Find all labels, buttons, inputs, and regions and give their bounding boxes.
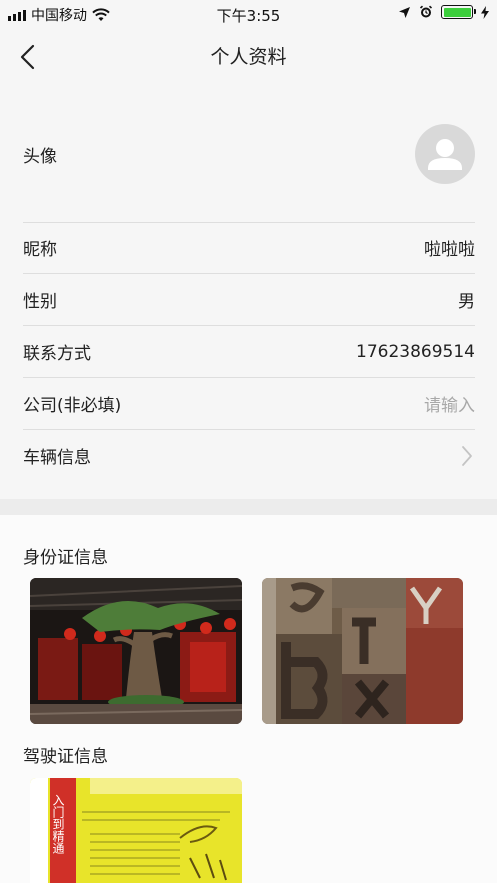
license-image-caption: 入门到精通 bbox=[51, 794, 65, 854]
gender-value: 男 bbox=[458, 292, 475, 312]
driver-license-image[interactable]: 入门到精通 bbox=[30, 778, 242, 883]
alarm-clock-icon bbox=[419, 5, 433, 18]
company-input[interactable]: 请输入 bbox=[424, 391, 475, 416]
nav-bar: 个人资料 bbox=[0, 28, 497, 86]
avatar-row[interactable]: 头像 bbox=[23, 86, 475, 223]
section-divider bbox=[0, 499, 497, 515]
id-section-title: 身份证信息 bbox=[23, 548, 108, 568]
nickname-label: 昵称 bbox=[23, 240, 57, 260]
id-card-back-image[interactable] bbox=[262, 578, 463, 724]
license-section-title: 驾驶证信息 bbox=[23, 747, 108, 767]
nickname-value: 啦啦啦 bbox=[424, 240, 475, 260]
contact-value: 17623869514 bbox=[356, 341, 475, 362]
chevron-right-icon bbox=[462, 445, 472, 466]
status-right bbox=[398, 5, 489, 19]
vehicle-info-label: 车辆信息 bbox=[23, 448, 91, 468]
charging-bolt-icon bbox=[481, 5, 489, 19]
battery-icon bbox=[441, 5, 476, 19]
nickname-row[interactable]: 昵称 啦啦啦 bbox=[23, 222, 475, 274]
contact-label: 联系方式 bbox=[23, 344, 91, 364]
contact-row[interactable]: 联系方式 17623869514 bbox=[23, 326, 475, 378]
avatar-label: 头像 bbox=[23, 146, 57, 167]
status-bar: 中国移动 下午3:55 bbox=[0, 0, 497, 28]
company-label: 公司(非必填) bbox=[23, 396, 122, 416]
gender-label: 性别 bbox=[23, 292, 57, 312]
company-row[interactable]: 公司(非必填) 请输入 bbox=[23, 378, 475, 430]
id-card-front-image[interactable] bbox=[30, 578, 242, 724]
page-title: 个人资料 bbox=[210, 46, 287, 68]
vehicle-info-row[interactable]: 车辆信息 bbox=[23, 430, 475, 481]
location-arrow-icon bbox=[399, 6, 410, 18]
gender-row[interactable]: 性别 男 bbox=[23, 274, 475, 326]
user-avatar-icon[interactable] bbox=[415, 124, 475, 184]
